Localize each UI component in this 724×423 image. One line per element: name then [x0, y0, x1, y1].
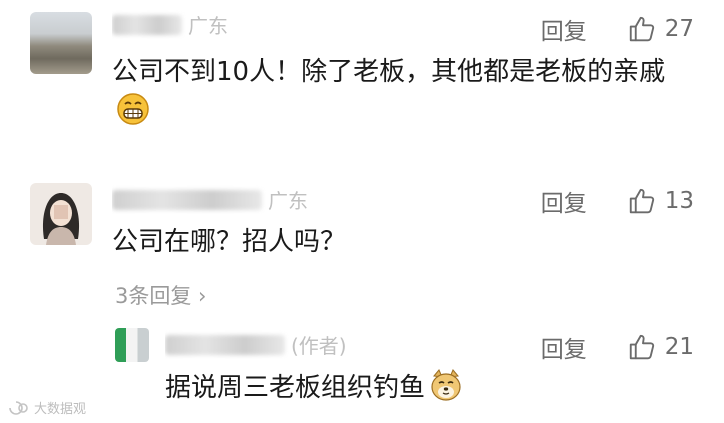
comment-actions: 回复 21	[541, 330, 694, 364]
avatar[interactable]	[30, 12, 92, 74]
author-name: (作者)	[165, 330, 347, 359]
reply-button[interactable]: 回复	[541, 330, 587, 364]
doge-face-icon	[431, 369, 461, 401]
author-name: 广东	[112, 10, 228, 39]
reply-button[interactable]: 回复	[541, 12, 587, 46]
watermark: 大数据观	[8, 398, 86, 417]
watermark-logo-icon	[9, 400, 28, 415]
thumbs-up-icon	[629, 334, 654, 360]
grin-face-icon	[117, 93, 149, 125]
author-region: 广东	[188, 14, 228, 38]
avatar[interactable]	[115, 328, 149, 362]
like-count: 21	[664, 334, 694, 360]
avatar[interactable]	[30, 183, 92, 245]
like-count: 13	[664, 188, 694, 214]
comment-text: 据说周三老板组织钓鱼	[165, 368, 645, 408]
watermark-text: 大数据观	[34, 402, 87, 417]
thumbs-up-icon	[629, 188, 654, 214]
author-region: 广东	[268, 189, 308, 213]
avatar-illustration	[42, 193, 80, 245]
thumbs-up-icon	[629, 16, 654, 42]
like-count: 27	[664, 16, 694, 42]
comment-text: 公司不到10人！除了老板，其他都是老板的亲戚	[112, 52, 692, 132]
author-name: 广东	[112, 185, 308, 214]
more-replies-link[interactable]: 3条回复 ›	[115, 280, 206, 310]
comment-actions: 回复 27	[541, 12, 694, 46]
comment-text: 公司在哪？招人吗？	[112, 227, 347, 257]
author-tag: (作者)	[291, 334, 347, 358]
comment-actions: 回复 13	[541, 184, 694, 218]
like-button[interactable]: 13	[627, 186, 694, 216]
reply-button[interactable]: 回复	[541, 184, 587, 218]
like-button[interactable]: 21	[627, 332, 694, 362]
chevron-right-icon: ›	[191, 284, 207, 308]
like-button[interactable]: 27	[627, 14, 694, 44]
